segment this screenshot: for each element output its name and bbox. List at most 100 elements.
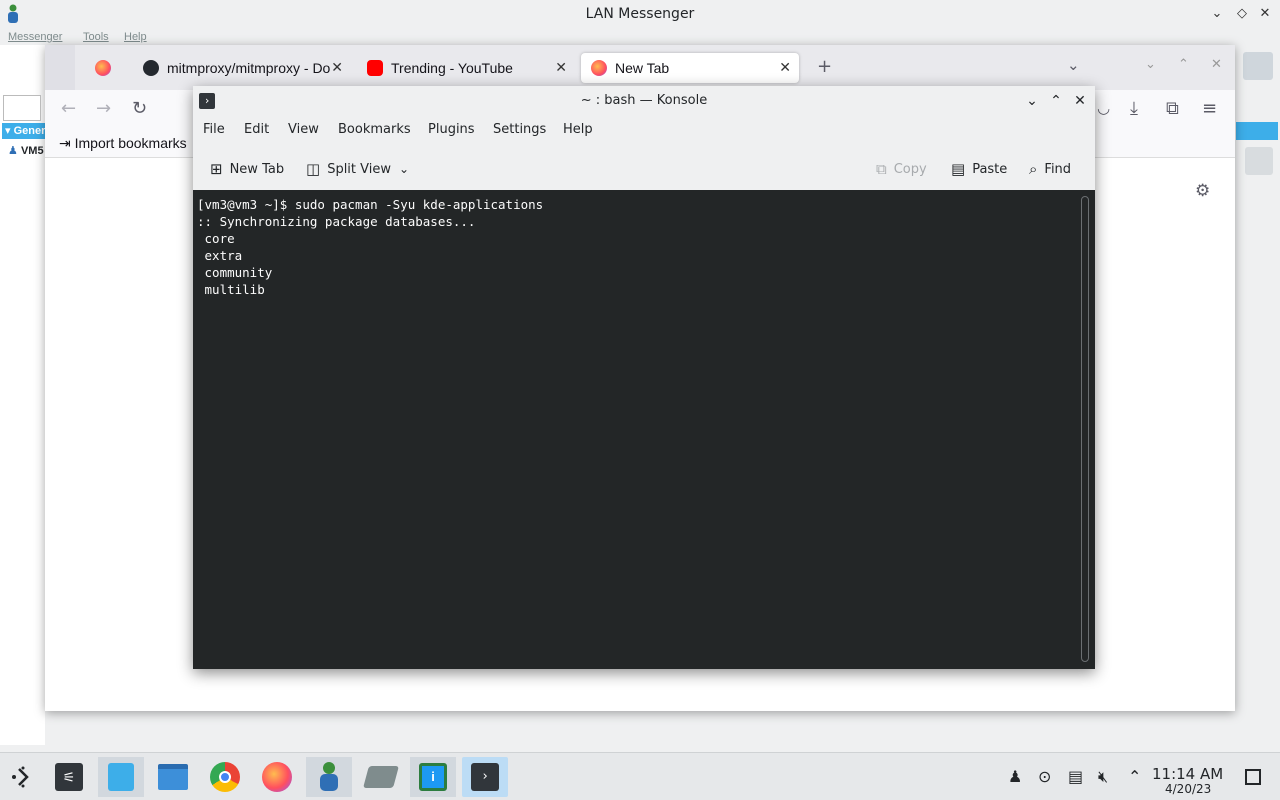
close-icon[interactable]: ✕ bbox=[331, 59, 343, 76]
youtube-icon bbox=[367, 60, 383, 76]
tab-label: Trending - YouTube bbox=[391, 60, 513, 76]
terminal-line: :: Synchronizing package databases... bbox=[197, 214, 476, 229]
menu-icon[interactable]: ≡ bbox=[1202, 98, 1217, 119]
firefox-sidebar-edge bbox=[45, 45, 75, 90]
terminal-line: [vm3@vm3 ~]$ sudo pacman -Syu kde-applic… bbox=[197, 197, 544, 212]
tab-label: mitmproxy/mitmproxy - Do bbox=[167, 60, 331, 76]
downloads-icon[interactable]: ⤓ bbox=[1130, 98, 1138, 119]
copy-button[interactable]: ⧉ Copy bbox=[876, 158, 927, 180]
reload-icon[interactable]: ↻ bbox=[132, 98, 147, 119]
network-icon[interactable] bbox=[1245, 147, 1273, 175]
close-icon[interactable]: ✕ bbox=[1211, 57, 1222, 72]
menu-help[interactable]: Help bbox=[563, 122, 593, 137]
menu-bookmarks[interactable]: Bookmarks bbox=[338, 122, 411, 137]
lan-messenger-icon[interactable] bbox=[306, 757, 352, 797]
terminal-line: community bbox=[197, 265, 273, 280]
clipboard-icon[interactable]: ▤ bbox=[1068, 767, 1083, 786]
menu-messenger[interactable]: Messenger bbox=[8, 31, 62, 43]
new-tab-icon: ⊞ bbox=[210, 160, 223, 178]
dolphin-icon[interactable] bbox=[150, 757, 196, 797]
contact-user[interactable]: ♟ VM5 bbox=[8, 144, 44, 157]
konsole-titlebar: › ~ : bash — Konsole ⌄ ⌃ ✕ bbox=[193, 86, 1095, 116]
terminal-line: extra bbox=[197, 248, 243, 263]
tab-mitmproxy[interactable]: mitmproxy/mitmproxy - Do ✕ bbox=[133, 53, 351, 83]
close-icon[interactable]: ✕ bbox=[1256, 5, 1274, 23]
webcam-icon[interactable] bbox=[1243, 52, 1273, 80]
chrome-icon[interactable] bbox=[202, 757, 248, 797]
gear-icon[interactable]: ⚙ bbox=[1195, 181, 1210, 201]
terminal-line: multilib bbox=[197, 282, 265, 297]
updates-icon[interactable]: ⊙ bbox=[1038, 767, 1051, 786]
maximize-icon[interactable]: ⌃ bbox=[1047, 92, 1065, 110]
firefox-icon[interactable] bbox=[254, 757, 300, 797]
terminal-output[interactable]: [vm3@vm3 ~]$ sudo pacman -Syu kde-applic… bbox=[193, 190, 1095, 669]
terminal-scrollbar[interactable] bbox=[1081, 196, 1089, 662]
volume-muted-icon[interactable]: 🔇︎ bbox=[1098, 767, 1108, 787]
maximize-icon[interactable]: ⌃ bbox=[1178, 57, 1189, 72]
find-button[interactable]: ⌕ Find bbox=[1029, 158, 1071, 180]
paste-icon: ▤ bbox=[951, 160, 966, 178]
konsole-title: ~ : bash — Konsole bbox=[580, 93, 708, 108]
konsole-toolbar: ⊞ New Tab ◫ Split View ⌄ ⧉ Copy ▤ Paste … bbox=[193, 148, 1095, 188]
tab-pinned-firefox[interactable] bbox=[85, 53, 125, 83]
konsole-window: › ~ : bash — Konsole ⌄ ⌃ ✕ File Edit Vie… bbox=[193, 86, 1095, 669]
lan-messenger-menubar: Messenger Tools Help bbox=[0, 29, 1280, 45]
new-tab-label: New Tab bbox=[229, 161, 285, 177]
forward-icon[interactable]: → bbox=[96, 98, 111, 119]
menu-plugins[interactable]: Plugins bbox=[428, 122, 475, 137]
github-icon bbox=[143, 60, 159, 76]
extensions-icon[interactable]: ⧉ bbox=[1166, 98, 1179, 119]
menu-settings[interactable]: Settings bbox=[493, 122, 546, 137]
import-bookmarks-button[interactable]: ⇥ Import bookmarks bbox=[59, 135, 187, 152]
clock-date[interactable]: 4/20/23 bbox=[1165, 782, 1211, 796]
contact-user-label: VM5 bbox=[20, 145, 44, 157]
system-settings-icon[interactable]: ⚟ bbox=[46, 757, 92, 797]
close-icon[interactable]: ✕ bbox=[779, 59, 791, 76]
new-tab-plus-icon[interactable]: + bbox=[817, 56, 832, 77]
minimize-icon[interactable]: ⌄ bbox=[1145, 57, 1156, 72]
firefox-tabbar: mitmproxy/mitmproxy - Do ✕ Trending - Yo… bbox=[45, 45, 1235, 90]
chevron-down-icon[interactable]: ⌄ bbox=[399, 162, 409, 176]
new-tab-button[interactable]: ⊞ New Tab bbox=[210, 158, 284, 180]
list-tabs-icon[interactable]: ⌄ bbox=[1067, 56, 1080, 74]
import-bookmarks-label: Import bookmarks bbox=[74, 135, 187, 151]
show-desktop-icon[interactable] bbox=[1245, 769, 1261, 785]
import-icon: ⇥ bbox=[59, 135, 71, 151]
tab-label: New Tab bbox=[615, 60, 670, 76]
menu-view[interactable]: View bbox=[288, 122, 319, 137]
minimize-icon[interactable]: ⌄ bbox=[1208, 5, 1226, 23]
menu-help[interactable]: Help bbox=[124, 31, 147, 43]
search-icon: ⌕ bbox=[1029, 160, 1038, 178]
split-view-button[interactable]: ◫ Split View ⌄ bbox=[306, 158, 409, 180]
close-icon[interactable]: ✕ bbox=[1071, 92, 1089, 110]
copy-icon: ⧉ bbox=[876, 160, 887, 178]
lan-messenger-title: LAN Messenger bbox=[585, 6, 695, 22]
maximize-icon[interactable]: ◇ bbox=[1233, 5, 1251, 23]
menu-tools[interactable]: Tools bbox=[83, 31, 109, 43]
close-icon[interactable]: ✕ bbox=[555, 59, 567, 76]
discover-icon[interactable] bbox=[98, 757, 144, 797]
lan-messenger-tray-icon[interactable]: ♟ bbox=[1008, 767, 1022, 786]
lan-messenger-status-box[interactable] bbox=[3, 95, 41, 121]
application-launcher-icon[interactable] bbox=[0, 757, 46, 797]
paste-button[interactable]: ▤ Paste bbox=[951, 158, 1007, 180]
menu-edit[interactable]: Edit bbox=[244, 122, 269, 137]
back-icon[interactable]: ← bbox=[61, 98, 76, 119]
user-icon: ♟ bbox=[8, 145, 18, 157]
scanner-icon[interactable] bbox=[358, 757, 404, 797]
clock-time[interactable]: 11:14 AM bbox=[1152, 765, 1223, 783]
firefox-icon bbox=[591, 60, 607, 76]
konsole-icon[interactable]: › bbox=[462, 757, 508, 797]
pocket-icon[interactable]: ◡ bbox=[1097, 99, 1110, 117]
konsole-menubar: File Edit View Bookmarks Plugins Setting… bbox=[193, 118, 1095, 142]
chevron-up-icon[interactable]: ⌃ bbox=[1128, 767, 1141, 786]
terminal-line: core bbox=[197, 231, 235, 246]
system-info-icon[interactable]: i bbox=[410, 757, 456, 797]
tab-youtube[interactable]: Trending - YouTube ✕ bbox=[357, 53, 575, 83]
split-view-label: Split View bbox=[327, 161, 391, 177]
minimize-icon[interactable]: ⌄ bbox=[1023, 92, 1041, 110]
taskbar: ⚟ i › ♟ ⊙ ▤ 🔇︎ ⌃ 11:14 AM 4/20/23 bbox=[0, 752, 1280, 800]
menu-file[interactable]: File bbox=[203, 122, 225, 137]
tab-new-tab[interactable]: New Tab ✕ bbox=[581, 53, 799, 83]
contact-group[interactable]: ▾ General bbox=[2, 123, 46, 139]
